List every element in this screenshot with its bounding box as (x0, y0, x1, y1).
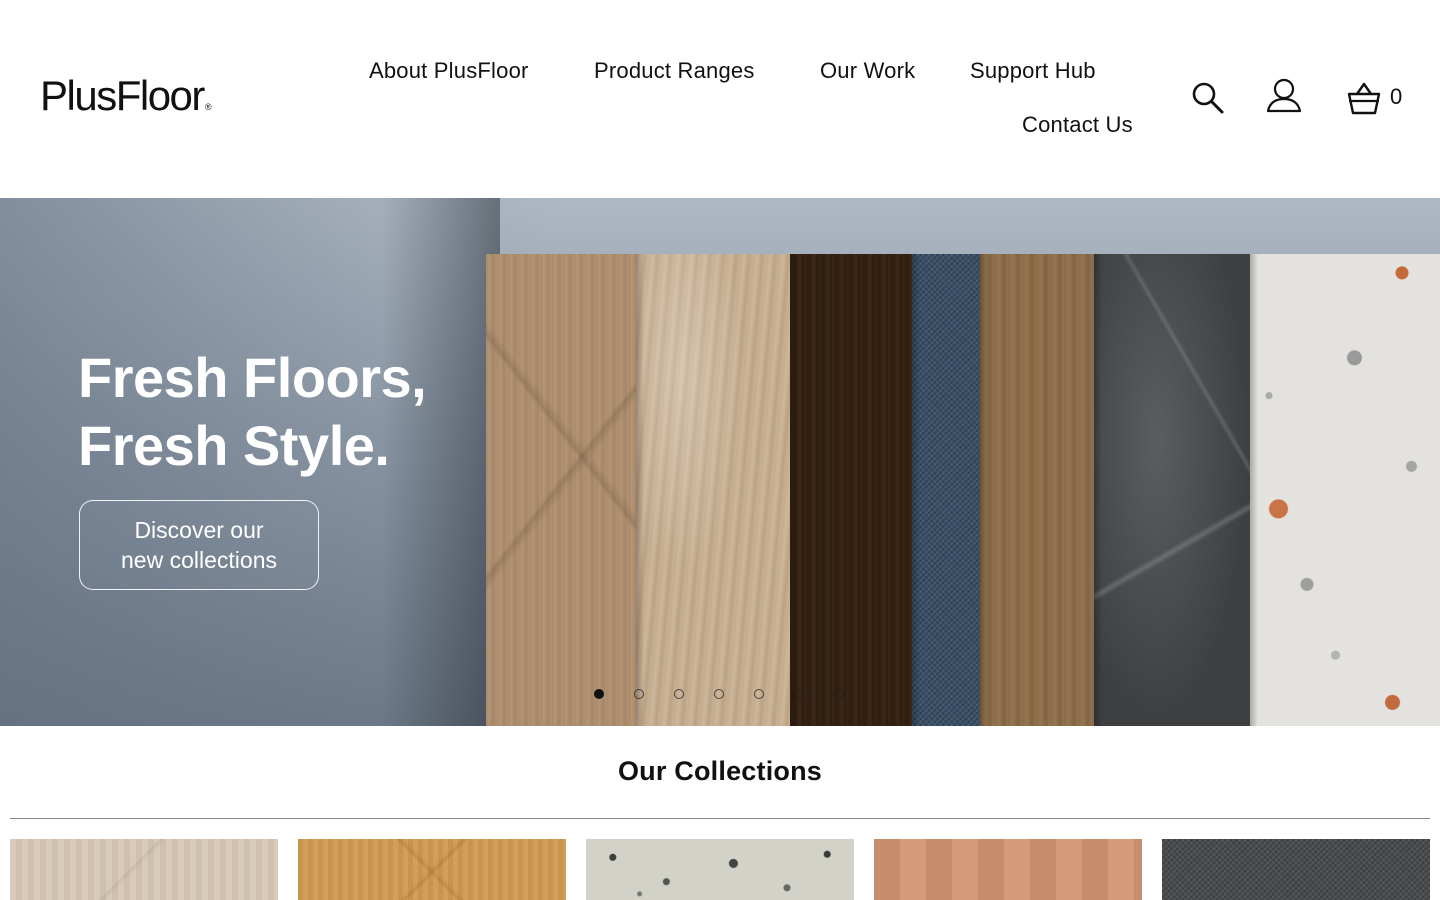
slider-dots (590, 686, 860, 702)
hero-title-line2: Fresh Style. (78, 414, 390, 477)
cart-count: 0 (1390, 84, 1403, 109)
nav-item-support-hub[interactable]: Support Hub (970, 58, 1096, 84)
collection-card-light-oak-herringbone[interactable] (10, 839, 278, 900)
hero-title-line1: Fresh Floors, (78, 346, 427, 409)
logo-text: PlusFloor (40, 72, 205, 119)
nav-item-contact-us[interactable]: Contact Us (1022, 112, 1133, 138)
nav-item-product-ranges[interactable]: Product Ranges (594, 58, 755, 84)
slider-dot-1[interactable] (594, 689, 604, 699)
collection-card-grey-carpet[interactable] (1162, 839, 1430, 900)
slider-dot-6[interactable] (794, 689, 804, 699)
hero-banner: Fresh Floors, Fresh Style. Discover our … (0, 198, 1440, 726)
slider-dot-7[interactable] (834, 689, 844, 699)
basket-icon (1347, 82, 1381, 115)
hero-title: Fresh Floors, Fresh Style. (78, 344, 498, 480)
sample-terrazzo (1250, 254, 1440, 726)
sample-dark-marble (1094, 254, 1250, 726)
collection-card-terracotta-tile[interactable] (874, 839, 1142, 900)
collections-grid (10, 839, 1430, 900)
user-icon (1266, 78, 1302, 113)
collection-card-terrazzo[interactable] (586, 839, 854, 900)
sample-light-oak (636, 254, 790, 726)
search-button[interactable] (1190, 80, 1226, 116)
slider-dot-4[interactable] (714, 689, 724, 699)
slider-dot-3[interactable] (674, 689, 684, 699)
sample-blue-carpet (912, 254, 980, 726)
collections-heading: Our Collections (617, 756, 823, 786)
site-header: PlusFloor® About PlusFloor Product Range… (0, 0, 1440, 198)
slider-dot-2[interactable] (634, 689, 644, 699)
cta-line1: Discover our (134, 517, 264, 543)
cta-line2: new collections (121, 547, 277, 573)
discover-collections-button[interactable]: Discover our new collections (79, 500, 319, 590)
logo-registered-mark: ® (204, 102, 212, 112)
sample-oak-herringbone (486, 254, 636, 726)
search-icon (1192, 82, 1224, 114)
nav-item-our-work[interactable]: Our Work (820, 58, 915, 84)
cart-button[interactable]: 0 (1346, 80, 1412, 116)
brand-logo[interactable]: PlusFloor® (40, 72, 212, 131)
account-button[interactable] (1264, 76, 1304, 116)
slider-dot-5[interactable] (754, 689, 764, 699)
nav-item-about[interactable]: About PlusFloor (369, 58, 529, 84)
section-divider (10, 818, 1430, 819)
sample-dark-wood (790, 254, 912, 726)
floor-samples-image (486, 254, 1440, 726)
sample-medium-oak (980, 254, 1094, 726)
collection-card-golden-oak-chevron[interactable] (298, 839, 566, 900)
main-nav: About PlusFloor Product Ranges Our Work … (360, 54, 1160, 154)
